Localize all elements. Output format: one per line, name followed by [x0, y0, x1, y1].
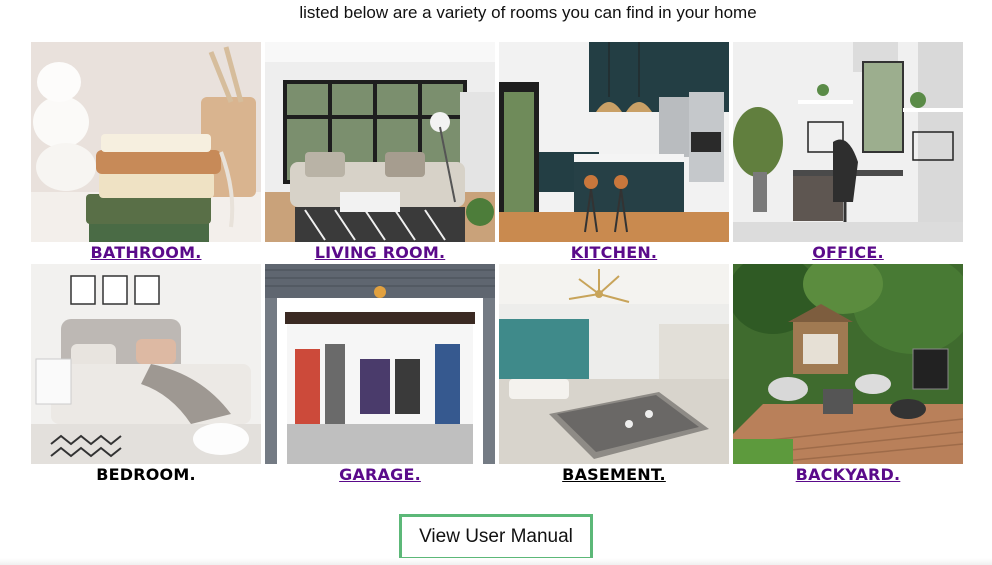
room-card-office: OFFICE. [733, 42, 963, 264]
room-grid: BATHROOM. LIVING ROOM. KITCHEN. OFFICE. … [31, 42, 965, 486]
page-bottom-edge [0, 558, 992, 565]
view-user-manual-button[interactable]: View User Manual [399, 514, 593, 560]
room-card-backyard: BACKYARD. [733, 264, 963, 486]
room-card-bedroom: BEDROOM. [31, 264, 261, 486]
room-card-bathroom: BATHROOM. [31, 42, 261, 264]
bathroom-photo[interactable] [31, 42, 261, 242]
backyard-photo[interactable] [733, 264, 963, 464]
kitchen-photo[interactable] [499, 42, 729, 242]
room-link-kitchen[interactable]: KITCHEN. [571, 242, 657, 264]
room-card-living-room: LIVING ROOM. [265, 42, 495, 264]
room-card-garage: GARAGE. [265, 264, 495, 486]
page: listed below are a variety of rooms you … [0, 0, 992, 565]
room-link-living-room[interactable]: LIVING ROOM. [315, 242, 446, 264]
room-link-backyard[interactable]: BACKYARD. [796, 464, 901, 486]
intro-text: listed below are a variety of rooms you … [299, 3, 757, 22]
basement-photo[interactable] [499, 264, 729, 464]
bedroom-photo[interactable] [31, 264, 261, 464]
room-link-bathroom[interactable]: BATHROOM. [91, 242, 202, 264]
room-card-basement: BASEMENT. [499, 264, 729, 486]
office-photo[interactable] [733, 42, 963, 242]
room-link-basement[interactable]: BASEMENT. [562, 464, 666, 486]
room-link-office[interactable]: OFFICE. [812, 242, 884, 264]
living-room-photo[interactable] [265, 42, 495, 242]
room-label-bedroom: BEDROOM. [96, 465, 196, 484]
room-card-kitchen: KITCHEN. [499, 42, 729, 264]
garage-photo[interactable] [265, 264, 495, 464]
room-link-garage[interactable]: GARAGE. [339, 464, 421, 486]
